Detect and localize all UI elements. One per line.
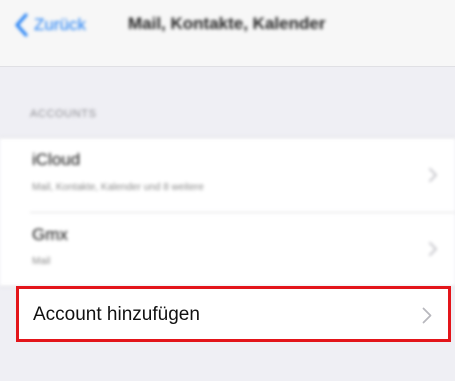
account-row-icloud[interactable]: iCloud Mail, Kontakte, Kalender und 8 we… (0, 138, 455, 212)
account-name: Gmx (32, 225, 68, 244)
account-name: iCloud (32, 150, 81, 169)
back-button[interactable]: Zurück (14, 10, 86, 40)
account-row-gmx[interactable]: Gmx Mail (0, 213, 455, 286)
back-label: Zurück (34, 15, 86, 34)
section-header-accounts: ACCOUNTS (30, 108, 97, 120)
chevron-left-icon (15, 13, 28, 37)
chevron-right-icon (429, 242, 437, 256)
chevron-right-icon (429, 168, 437, 182)
add-account-button[interactable]: Account hinzufügen (16, 286, 451, 342)
add-account-label: Account hinzufügen (33, 304, 200, 325)
account-detail: Mail (32, 256, 51, 267)
account-detail: Mail, Kontakte, Kalender und 8 weitere (32, 182, 204, 193)
chevron-right-icon (422, 307, 432, 324)
accounts-list: iCloud Mail, Kontakte, Kalender und 8 we… (0, 137, 455, 287)
navigation-bar: Zurück Mail, Kontakte, Kalender (0, 0, 455, 67)
settings-screen: Zurück Mail, Kontakte, Kalender ACCOUNTS… (0, 0, 455, 381)
page-title: Mail, Kontakte, Kalender (128, 14, 326, 33)
